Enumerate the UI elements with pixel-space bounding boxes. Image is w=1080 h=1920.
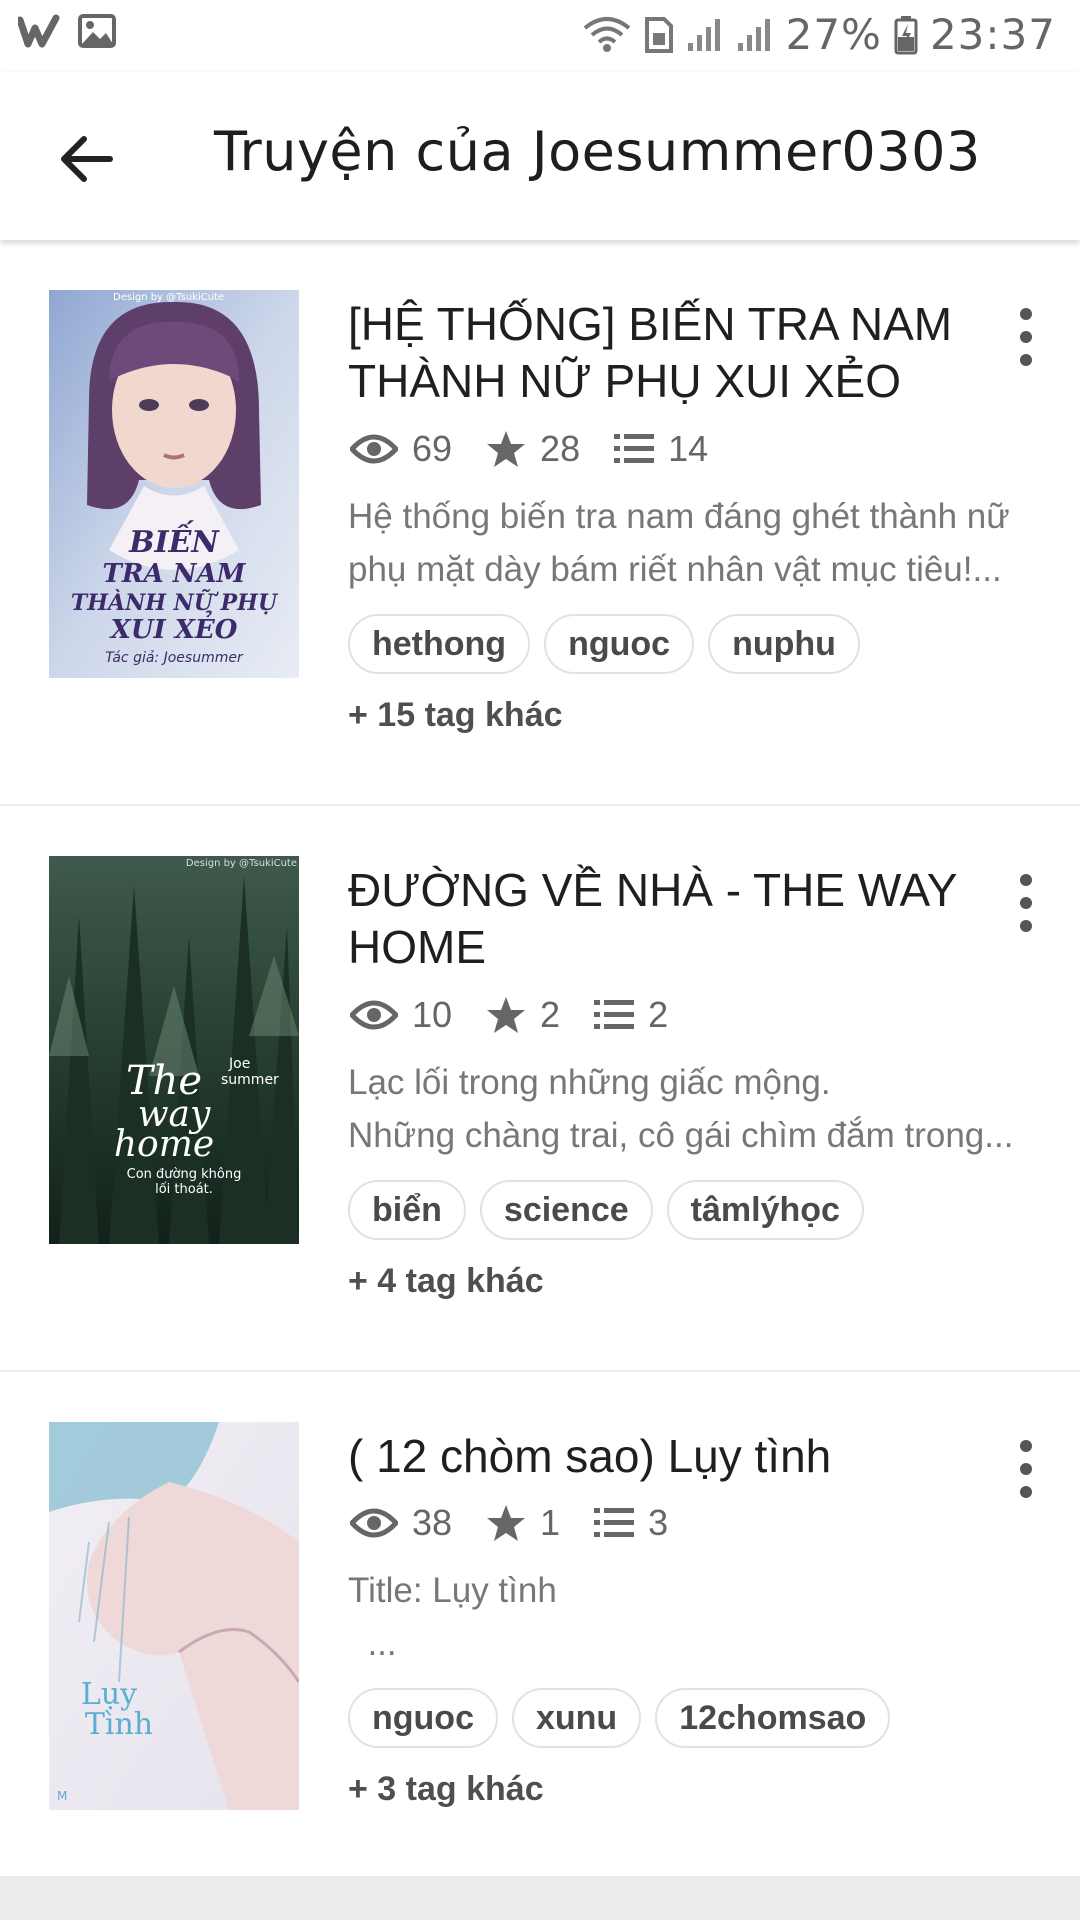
signal-icon-1: [687, 18, 720, 51]
more-options-icon[interactable]: [1012, 304, 1040, 370]
list-icon: [594, 1508, 635, 1537]
tag-chip[interactable]: nguoc: [544, 614, 695, 674]
list-icon: [594, 1000, 635, 1029]
more-tags-link[interactable]: + 4 tag khác: [348, 1262, 544, 1301]
cover-credit: Design by @TsukiCute: [113, 292, 224, 303]
image-notification-icon: [78, 14, 116, 48]
tag-chip[interactable]: science: [479, 1180, 653, 1240]
story-cover[interactable]: Design by @TsukiCute BIẾN TRA NAM THÀNH …: [49, 290, 299, 678]
eye-icon: [350, 434, 398, 464]
tag-chip[interactable]: tâmlýhọc: [666, 1180, 864, 1240]
tag-list: nguoc xunu 12chomsao: [348, 1688, 904, 1748]
cover-author: summer: [221, 1072, 279, 1088]
story-title-line: ( 12 chòm sao) Lụy tình: [348, 1430, 832, 1482]
view-count: 10: [412, 994, 453, 1035]
view-count: 69: [412, 428, 453, 469]
cover-title-line: BIẾN: [128, 520, 220, 560]
cover-author: Tác giả: Joesummer: [105, 650, 244, 666]
description-line: ...: [348, 1624, 397, 1663]
vote-count: 1: [540, 1502, 561, 1543]
story-title-line: ĐƯỜNG VỀ NHÀ - THE WAY: [348, 864, 958, 916]
cover-author: Joe: [228, 1056, 250, 1072]
cover-subtitle: Con đường không: [127, 1167, 242, 1182]
sim-card-icon: [644, 16, 673, 53]
story-title-line: THÀNH NỮ PHỤ XUI XẺO: [348, 355, 902, 407]
part-count: 3: [648, 1502, 669, 1543]
description-line: Những chàng trai, cô gái chìm đắm trong.…: [348, 1116, 1014, 1155]
page-title: Truyện của Joesummer0303: [214, 120, 981, 183]
more-options-icon[interactable]: [1012, 870, 1040, 936]
story-title[interactable]: ( 12 chòm sao) Lụy tình: [348, 1428, 978, 1485]
story-title[interactable]: ĐƯỜNG VỀ NHÀ - THE WAY HOME: [348, 862, 978, 976]
cover-title-line: XUI XẺO: [109, 610, 238, 645]
description-line: Title: Lụy tình: [348, 1571, 557, 1610]
story-cover[interactable]: Design by @TsukiCute Joe summer The way …: [49, 856, 299, 1244]
list-icon: [614, 434, 655, 463]
story-item[interactable]: Lụy Tình M ( 12 chòm sao) Lụy tình 38 1 …: [0, 1372, 1080, 1872]
cover-subtitle: lối thoát.: [155, 1182, 213, 1197]
list-footer-divider: [0, 1876, 1080, 1920]
wifi-icon: [583, 16, 630, 52]
cover-mark: M: [57, 1789, 67, 1803]
eye-icon: [350, 1508, 398, 1538]
tag-chip[interactable]: biển: [348, 1180, 466, 1240]
star-icon: [487, 1505, 526, 1541]
vote-count: 2: [540, 994, 561, 1035]
story-title-line: [HỆ THỐNG] BIẾN TRA NAM: [348, 298, 953, 350]
story-description: Title: Lụy tình ...: [348, 1564, 1038, 1670]
status-bar: 27% 23:37: [0, 0, 1080, 72]
battery-percentage: 27%: [785, 10, 882, 59]
story-item[interactable]: Design by @TsukiCute Joe summer The way …: [0, 806, 1080, 1372]
story-title-line: HOME: [348, 921, 486, 973]
cover-title-line: TRA NAM: [103, 559, 247, 589]
story-title[interactable]: [HỆ THỐNG] BIẾN TRA NAM THÀNH NỮ PHỤ XUI…: [348, 296, 978, 410]
cover-title-line: Tình: [85, 1707, 153, 1742]
story-cover[interactable]: Lụy Tình M: [49, 1422, 299, 1810]
story-description: Lạc lối trong những giấc mộng. Những chà…: [348, 1056, 1038, 1162]
tag-chip[interactable]: xunu: [511, 1688, 642, 1748]
more-tags-link[interactable]: + 15 tag khác: [348, 696, 563, 735]
story-list: Design by @TsukiCute BIẾN TRA NAM THÀNH …: [0, 240, 1080, 1872]
part-count: 14: [668, 428, 709, 469]
signal-icon-2: [737, 18, 770, 51]
wattpad-notification-icon: [18, 14, 60, 48]
description-line: phụ mặt dày bám riết nhân vật mục tiêu!.…: [348, 550, 1002, 589]
tag-list: biển science tâmlýhọc: [348, 1180, 878, 1240]
story-item[interactable]: Design by @TsukiCute BIẾN TRA NAM THÀNH …: [0, 240, 1080, 806]
story-stats: 10 2 2: [350, 994, 702, 1036]
tag-list: hethong nguoc nuphu: [348, 614, 874, 674]
cover-title-line: THÀNH NỮ PHỤ: [71, 589, 279, 616]
app-bar: Truyện của Joesummer0303: [0, 72, 1080, 240]
tag-chip[interactable]: 12chomsao: [655, 1688, 891, 1748]
star-icon: [487, 997, 526, 1033]
cover-credit: Design by @TsukiCute: [186, 858, 297, 869]
view-count: 38: [412, 1502, 453, 1543]
story-stats: 69 28 14: [350, 428, 742, 470]
more-options-icon[interactable]: [1012, 1436, 1040, 1502]
story-stats: 38 1 3: [350, 1502, 702, 1544]
battery-charging-icon: [894, 15, 918, 54]
star-icon: [487, 431, 526, 467]
tag-chip[interactable]: nuphu: [708, 614, 860, 674]
clock: 23:37: [929, 10, 1056, 59]
more-tags-link[interactable]: + 3 tag khác: [348, 1770, 544, 1809]
tag-chip[interactable]: nguoc: [348, 1688, 498, 1748]
cover-title-line: home: [114, 1124, 214, 1165]
description-line: Lạc lối trong những giấc mộng.: [348, 1063, 831, 1102]
vote-count: 28: [540, 428, 581, 469]
eye-icon: [350, 1000, 398, 1030]
description-line: Hệ thống biến tra nam đáng ghét thành nữ: [348, 497, 1010, 536]
tag-chip[interactable]: hethong: [348, 614, 531, 674]
story-description: Hệ thống biến tra nam đáng ghét thành nữ…: [348, 490, 1038, 596]
back-arrow-icon[interactable]: [52, 124, 122, 194]
part-count: 2: [648, 994, 669, 1035]
